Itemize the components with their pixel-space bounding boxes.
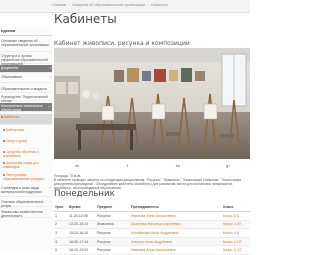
table-row: 4 16:20-17:10 Рисунок Ильина Анна Андрее… (54, 237, 250, 247)
sidebar: едения Основные сведения об образователь… (0, 26, 52, 250)
table-row: 1 11:20-12:05 Рисунок Иванова Анна Алекс… (54, 211, 250, 221)
chevron-down-icon: ⌄ (47, 103, 51, 108)
breadcrumb: Главная › Сведения об образовательной орг… (52, 3, 168, 7)
bullet-icon (3, 174, 5, 176)
sidebar-item-education[interactable]: Образование › (0, 74, 52, 83)
bullet-icon (3, 140, 5, 142)
col-subject: Предмет (96, 203, 130, 212)
class-link[interactable]: Класс 5 Б (222, 211, 250, 221)
schedule-day-heading: Понедельник (54, 189, 115, 199)
bullet-icon (3, 151, 5, 153)
teacher-link[interactable]: Иванова Анна Алексеевна (130, 245, 222, 255)
page-title: Кабинеты (54, 12, 117, 26)
sidebar-item-staff[interactable]: Руководство. Педагогический состав (0, 94, 52, 103)
teacher-link[interactable]: Шмелева Наталья Сергеевна (130, 220, 222, 230)
table-header-row: Урок Время Предмет Преподаватель Класс (54, 203, 250, 212)
sidebar-item-scholarships[interactable]: Стипендии и иные виды материальной подде… (0, 185, 52, 197)
facebook-share-icon[interactable]: f (127, 163, 128, 168)
col-teacher: Преподаватель (130, 203, 222, 212)
sidebar-title: едения (0, 26, 52, 36)
sidebar-subitem-rooms[interactable]: Кабинеты (0, 114, 52, 125)
top-bar: Главная › Сведения об образовательной орг… (0, 0, 250, 13)
teacher-link[interactable]: Иванова Анна Алексеевна (130, 211, 222, 221)
class-link[interactable]: Класс 3 ОГ (222, 220, 250, 230)
teacher-link[interactable]: Михайлова Анна Андреевна (130, 228, 222, 238)
room-description: Площадь 75 м.кв. В кабинете проводят зан… (54, 174, 248, 190)
col-lesson: Урок (54, 203, 68, 212)
chevron-right-icon: › (49, 199, 51, 204)
teacher-link[interactable]: Ильина Анна Андреевна (130, 237, 222, 247)
sidebar-item-paid-services[interactable]: Платные образовательные услуги › (0, 199, 52, 208)
schedule-table: Урок Время Предмет Преподаватель Класс 1… (54, 203, 250, 255)
breadcrumb-info[interactable]: Сведения об образовательной организации (72, 3, 145, 7)
sidebar-subitem-sport[interactable]: Спорт и досуг (0, 139, 52, 143)
classroom-photo (54, 48, 250, 159)
breadcrumb-current: Кабинеты (151, 3, 168, 7)
col-class: Класс (222, 203, 250, 212)
twitter-share-icon[interactable]: tw (176, 163, 180, 168)
classroom-image (54, 48, 250, 159)
room-details: В кабинете проводят занятия по следующим… (54, 178, 241, 186)
google-share-icon[interactable]: g+ (226, 163, 231, 168)
sidebar-item-finance[interactable]: Финансово-хозяйственная деятельность (0, 209, 52, 218)
sidebar-item-basic-info[interactable]: Основные сведения об образовательной орг… (0, 38, 52, 52)
bullet-icon (3, 129, 5, 131)
breadcrumb-home[interactable]: Главная (52, 3, 66, 7)
sidebar-item-documents[interactable]: Документы › (0, 65, 52, 73)
table-row: 3 15:20-16:10 Рисунок Михайлова Анна Анд… (54, 228, 250, 238)
chevron-right-icon: › (49, 65, 51, 70)
sidebar-subitem-accessible[interactable]: Доступная среда для инвалидов (0, 161, 52, 169)
share-row: vk f tw g+ (54, 163, 250, 171)
sidebar-item-structure[interactable]: Структура и органы управления образовате… (0, 53, 52, 66)
chevron-right-icon: › (49, 74, 51, 79)
table-row: 5 18:20-19:00 Рисунок Иванова Анна Алекс… (54, 245, 250, 255)
bullet-icon (1, 116, 3, 118)
chevron-right-icon: › (49, 185, 51, 190)
bullet-icon (3, 162, 5, 164)
sidebar-subitem-library[interactable]: Библиотека (0, 128, 52, 132)
table-row: 2 13:20-15:10 Живопись Шмелева Наталья С… (54, 220, 250, 230)
sidebar-subitem-tools[interactable]: Средства обучения и воспитания (0, 150, 52, 158)
vk-share-icon[interactable]: vk (75, 163, 79, 168)
sidebar-item-standards[interactable]: Образовательные стандарты (0, 86, 52, 93)
sidebar-subitem-eresources[interactable]: Электронные образовательные ресурсы (0, 173, 52, 181)
page-subtitle: Кабинет живописи, рисунка и композиции (54, 40, 190, 47)
class-link[interactable]: Класс 2 ОГ (222, 237, 250, 247)
col-time: Время (68, 203, 96, 212)
class-link[interactable]: Класс 3 ОГ (222, 245, 250, 255)
class-link[interactable]: Класс 4 Б (222, 228, 250, 238)
sidebar-item-facilities[interactable]: Материально-техническое обеспечение ⌄ (0, 103, 52, 112)
